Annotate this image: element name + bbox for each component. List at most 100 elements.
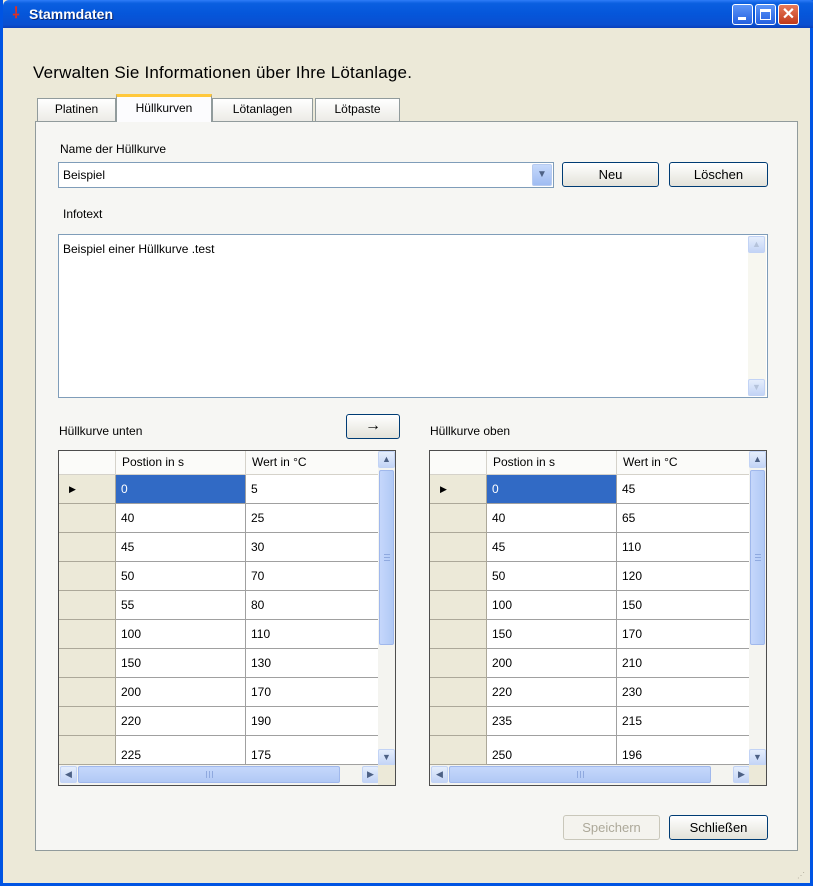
table-row[interactable]: 40 65	[430, 504, 751, 533]
save-button[interactable]: Speichern	[563, 815, 660, 840]
row-selector[interactable]	[59, 533, 116, 562]
cell-position[interactable]: 50	[487, 562, 617, 591]
cell-value[interactable]: 5	[246, 475, 380, 504]
row-selector[interactable]	[59, 504, 116, 533]
cell-value[interactable]: 150	[617, 591, 751, 620]
scroll-up-icon[interactable]: ▲	[749, 451, 766, 468]
table-row[interactable]: 200 210	[430, 649, 751, 678]
cell-position[interactable]: 40	[487, 504, 617, 533]
row-selector[interactable]	[430, 678, 487, 707]
table-row[interactable]: 40 25	[59, 504, 380, 533]
upper-curve-grid[interactable]: Postion in s Wert in °C ▶ 0 45 40 65 45 …	[429, 450, 767, 786]
grid-horizontal-scrollbar[interactable]: ◀ ▶	[430, 765, 751, 785]
column-header-position[interactable]: Postion in s	[116, 451, 246, 475]
row-selector[interactable]	[59, 620, 116, 649]
scroll-down-icon[interactable]: ▼	[748, 379, 765, 396]
info-textarea[interactable]: Beispiel einer Hüllkurve .test ▲ ▼	[58, 234, 768, 398]
row-selector[interactable]	[430, 620, 487, 649]
row-selector[interactable]: ▶	[430, 475, 487, 504]
name-combobox[interactable]: Beispiel ▼	[58, 162, 554, 188]
row-selector[interactable]: ▶	[59, 475, 116, 504]
tab-huellkurven[interactable]: Hüllkurven	[116, 94, 212, 122]
table-row[interactable]: 150 130	[59, 649, 380, 678]
cell-value[interactable]: 110	[246, 620, 380, 649]
grid-horizontal-scrollbar[interactable]: ◀ ▶	[59, 765, 380, 785]
cell-position[interactable]: 250	[487, 736, 617, 765]
tab-loetanlagen[interactable]: Lötanlagen	[212, 98, 313, 121]
table-row[interactable]: 235 215	[430, 707, 751, 736]
tab-loetpaste[interactable]: Lötpaste	[315, 98, 400, 121]
info-scrollbar[interactable]: ▲ ▼	[748, 236, 766, 396]
cell-position[interactable]: 225	[116, 736, 246, 765]
scroll-thumb[interactable]	[750, 470, 765, 645]
minimize-button[interactable]	[732, 4, 753, 25]
table-row[interactable]: 150 170	[430, 620, 751, 649]
cell-position[interactable]: 40	[116, 504, 246, 533]
table-row[interactable]: ▶ 0 45	[430, 475, 751, 504]
cell-value[interactable]: 30	[246, 533, 380, 562]
table-row[interactable]: 225 175	[59, 736, 380, 766]
scroll-down-icon[interactable]: ▼	[378, 749, 395, 766]
table-row[interactable]: 250 196	[430, 736, 751, 766]
scroll-up-icon[interactable]: ▲	[748, 236, 765, 253]
table-row[interactable]: 220 230	[430, 678, 751, 707]
cell-value[interactable]: 170	[617, 620, 751, 649]
row-selector[interactable]	[59, 562, 116, 591]
cell-value[interactable]: 210	[617, 649, 751, 678]
grid-vertical-scrollbar[interactable]: ▲ ▼	[749, 451, 766, 766]
table-row[interactable]: 45 30	[59, 533, 380, 562]
cell-position[interactable]: 220	[487, 678, 617, 707]
scroll-up-icon[interactable]: ▲	[378, 451, 395, 468]
cell-position[interactable]: 0	[487, 475, 617, 504]
column-header-position[interactable]: Postion in s	[487, 451, 617, 475]
cell-position[interactable]: 150	[487, 620, 617, 649]
cell-value[interactable]: 215	[617, 707, 751, 736]
cell-position[interactable]: 50	[116, 562, 246, 591]
row-selector[interactable]	[430, 504, 487, 533]
table-row[interactable]: 100 110	[59, 620, 380, 649]
table-row[interactable]: 50 70	[59, 562, 380, 591]
row-selector[interactable]	[59, 678, 116, 707]
table-row[interactable]: 45 110	[430, 533, 751, 562]
cell-position[interactable]: 100	[487, 591, 617, 620]
row-selector[interactable]	[430, 736, 487, 765]
row-selector[interactable]	[430, 707, 487, 736]
cell-position[interactable]: 45	[116, 533, 246, 562]
row-selector[interactable]	[59, 591, 116, 620]
cell-value[interactable]: 175	[246, 736, 380, 765]
close-dialog-button[interactable]: Schließen	[669, 815, 768, 840]
scroll-thumb[interactable]	[449, 766, 711, 783]
cell-position[interactable]: 150	[116, 649, 246, 678]
grid-vertical-scrollbar[interactable]: ▲ ▼	[378, 451, 395, 766]
column-header-value[interactable]: Wert in °C	[617, 451, 751, 475]
scroll-left-icon[interactable]: ◀	[60, 766, 77, 783]
cell-value[interactable]: 65	[617, 504, 751, 533]
row-selector[interactable]	[430, 591, 487, 620]
cell-value[interactable]: 120	[617, 562, 751, 591]
cell-position[interactable]: 0	[116, 475, 246, 504]
cell-position[interactable]: 200	[116, 678, 246, 707]
table-row[interactable]: 200 170	[59, 678, 380, 707]
delete-button[interactable]: Löschen	[669, 162, 768, 187]
chevron-down-icon[interactable]: ▼	[532, 164, 552, 186]
cell-value[interactable]: 196	[617, 736, 751, 765]
scroll-thumb[interactable]	[379, 470, 394, 645]
table-row[interactable]: 50 120	[430, 562, 751, 591]
cell-position[interactable]: 200	[487, 649, 617, 678]
column-header-value[interactable]: Wert in °C	[246, 451, 380, 475]
new-button[interactable]: Neu	[562, 162, 659, 187]
cell-value[interactable]: 110	[617, 533, 751, 562]
row-selector[interactable]	[430, 533, 487, 562]
cell-position[interactable]: 55	[116, 591, 246, 620]
scroll-right-icon[interactable]: ▶	[362, 766, 379, 783]
table-row[interactable]: 220 190	[59, 707, 380, 736]
row-selector[interactable]	[430, 649, 487, 678]
title-bar[interactable]: ⸸ Stammdaten ✕	[3, 0, 813, 28]
table-row[interactable]: 55 80	[59, 591, 380, 620]
scroll-down-icon[interactable]: ▼	[749, 749, 766, 766]
row-selector[interactable]	[430, 562, 487, 591]
scroll-left-icon[interactable]: ◀	[431, 766, 448, 783]
cell-value[interactable]: 70	[246, 562, 380, 591]
maximize-button[interactable]	[755, 4, 776, 25]
table-row[interactable]: ▶ 0 5	[59, 475, 380, 504]
